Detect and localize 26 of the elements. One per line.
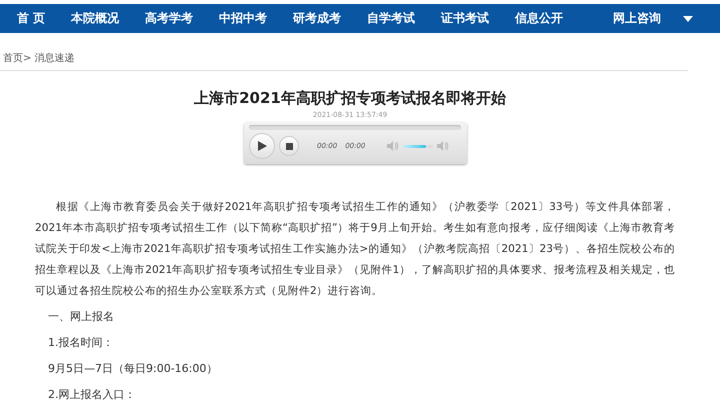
nav-link[interactable]: 高考学考: [145, 10, 194, 27]
body-text: 9月5日—7日（每日9:00-16:00）: [48, 361, 218, 377]
body-text: 1.报名时间：: [48, 335, 114, 351]
stop-button[interactable]: [279, 136, 299, 156]
nav-link[interactable]: 信息公开: [515, 10, 564, 27]
nav-link[interactable]: 首 页: [17, 10, 46, 27]
nav-link[interactable]: 研考成考: [293, 10, 342, 27]
progress-track[interactable]: [249, 125, 461, 130]
nav-link[interactable]: 中招中考: [219, 10, 268, 27]
article-title: 上海市2021年高职扩招专项考试报名即将开始: [194, 89, 506, 108]
nav-link[interactable]: 网上咨询: [613, 10, 662, 27]
nav-link[interactable]: 本院概况: [71, 10, 120, 27]
nav-link[interactable]: 证书考试: [441, 10, 490, 27]
play-icon: [258, 141, 266, 151]
stop-icon: [286, 142, 292, 150]
body-paragraph: 根据《上海市教育委员会关于做好2021年高职扩招专项考试招生工作的通知》（沪教委学〔2021〕33号）等文件具体部署，2021年本市高职扩招专项考试招生工作（以下简称“高职扩招”）将于9月上旬开始。考生如有意向报考，应仔细阅读《上海市教育考试院关于印发<上海市2021年高职扩招专项考试招生工作实施办法>的通知》（沪教考院高招〔2021〕23号）、各招生院校公布的招生章程以及《上海市2021年高职扩招专项考试招生专业目录》（见附件1），了解高职扩招的具体要求、报考流程及相关规定，也可以通过各招生院校公布的招生办公室联系方式（见附件2）进行咨询。: [35, 200, 675, 299]
nav-link[interactable]: 自学考试: [367, 10, 416, 27]
breadcrumb-link[interactable]: 消息速递: [34, 51, 74, 65]
body-text: 一、网上报名: [48, 309, 114, 325]
dropdown-caret-icon[interactable]: [683, 16, 694, 22]
breadcrumb-link[interactable]: 首页>: [3, 51, 32, 65]
max-volume-speaker-icon[interactable]: [437, 141, 450, 151]
volume-slider[interactable]: [403, 144, 434, 148]
mute-speaker-icon[interactable]: [387, 141, 400, 151]
play-button[interactable]: [249, 133, 275, 159]
body-text: 2.网上报名入口：: [48, 387, 136, 403]
